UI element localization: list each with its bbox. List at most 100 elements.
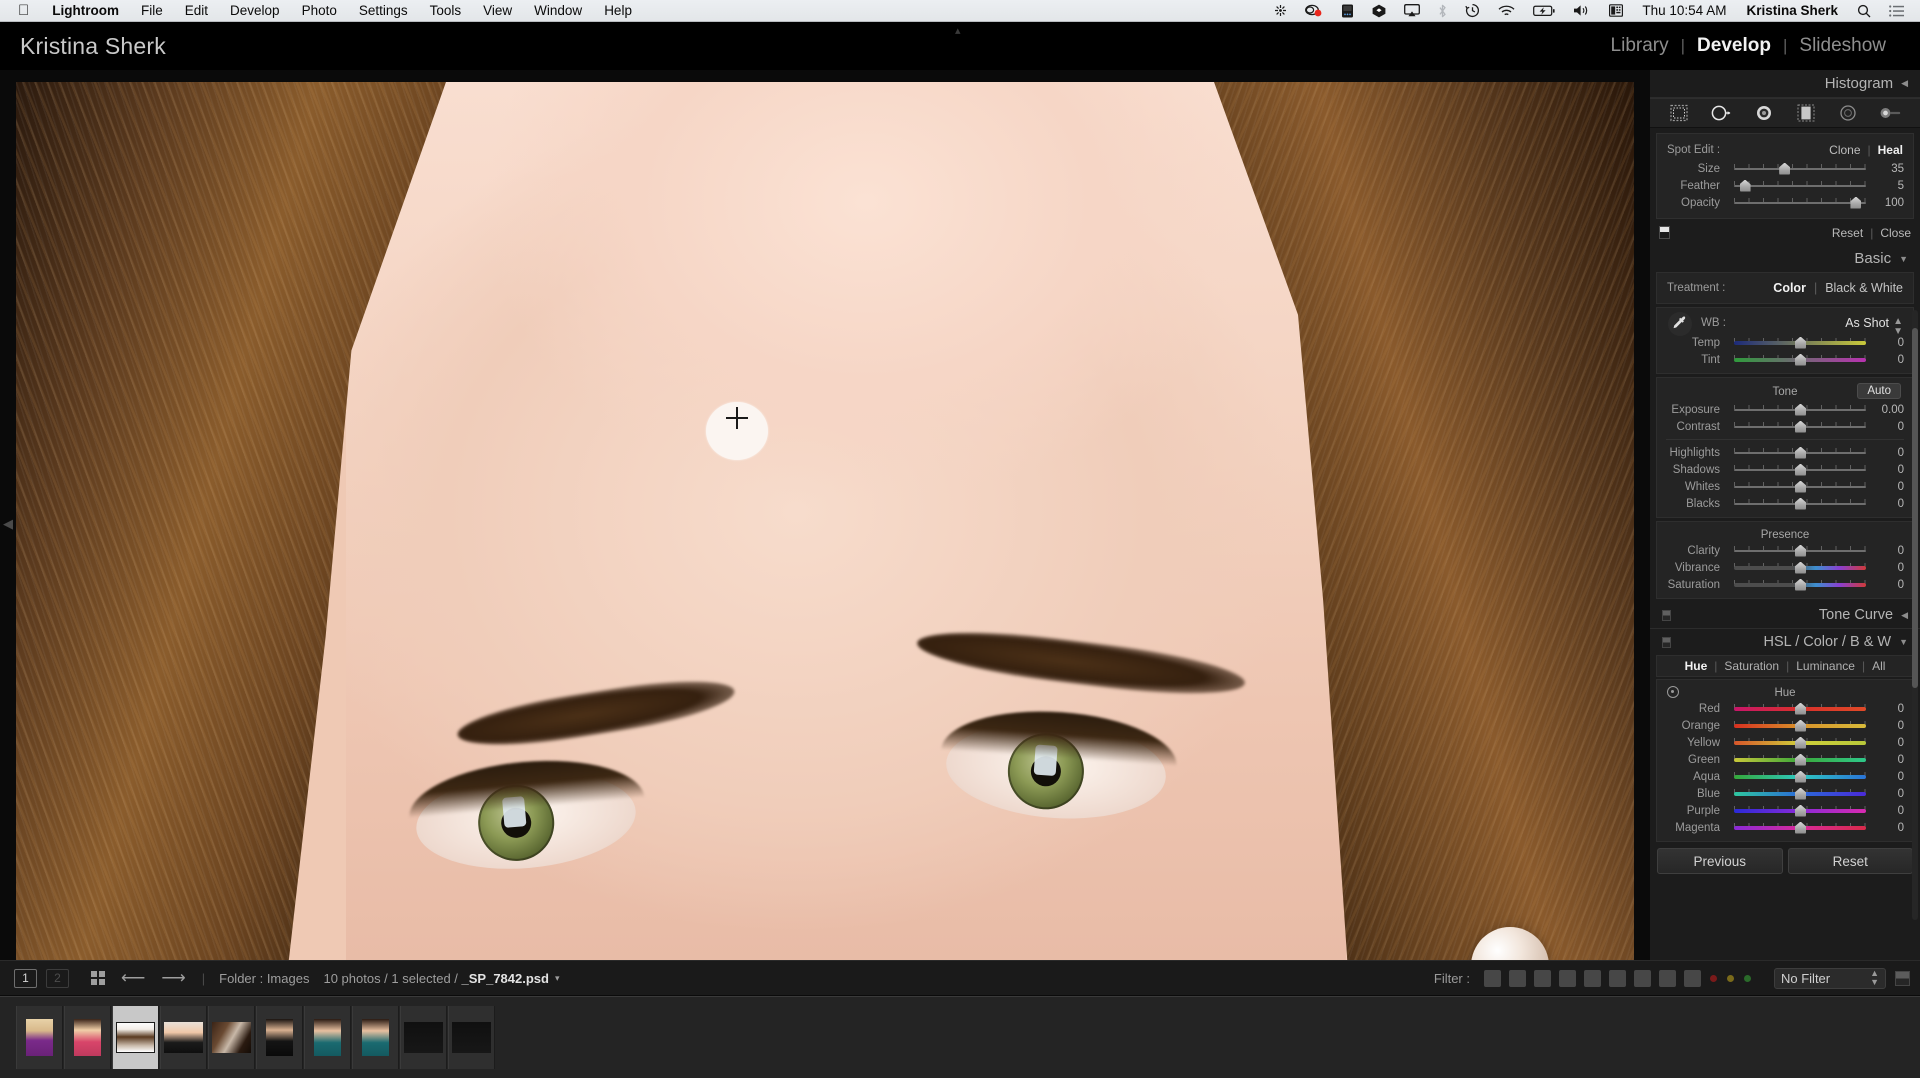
mode-heal[interactable]: Heal (1878, 143, 1903, 157)
slider-value-clarity[interactable]: 0 (1872, 545, 1904, 557)
slider-track-size[interactable] (1734, 162, 1866, 175)
treatment-black-white[interactable]: Black & White (1825, 281, 1903, 295)
graduated-filter-icon[interactable] (1795, 103, 1817, 123)
slider-value-yellow[interactable]: 0 (1872, 737, 1904, 749)
target-adjust-icon[interactable] (1667, 686, 1679, 698)
filmstrip[interactable] (0, 996, 1920, 1078)
slider-track-clarity[interactable] (1734, 544, 1866, 557)
slider-track-saturation[interactable] (1734, 578, 1866, 591)
spot-removal-icon[interactable] (1710, 103, 1732, 123)
menu-help[interactable]: Help (593, 0, 643, 22)
slider-row-highlights[interactable]: Highlights 0 (1657, 444, 1913, 461)
spot-edit-mode-row[interactable]: Spot Edit : Clone | Heal (1657, 140, 1913, 160)
slider-row-whites[interactable]: Whites 0 (1657, 478, 1913, 495)
slider-row-purple[interactable]: Purple 0 (1657, 802, 1913, 819)
tone-curve-panel-header[interactable]: Tone Curve ◀ (1650, 602, 1920, 628)
thumbnail-woman-teal-top-a[interactable] (304, 1006, 351, 1069)
slider-value-orange[interactable]: 0 (1872, 720, 1904, 732)
screen-record-icon[interactable] (1296, 0, 1332, 22)
thumbnail-man-dark-shirt[interactable] (256, 1006, 303, 1069)
volume-icon[interactable] (1564, 0, 1600, 22)
star5-filter-icon[interactable] (1684, 969, 1701, 987)
current-filename[interactable]: _SP_7842.psd (462, 971, 549, 986)
slider-track-vibrance[interactable] (1734, 561, 1866, 574)
slider-row-clarity[interactable]: Clarity 0 (1657, 542, 1913, 559)
stepper-icon[interactable]: ▲ ▼ (1870, 969, 1879, 987)
slider-value-aqua[interactable]: 0 (1872, 771, 1904, 783)
slider-value-exposure[interactable]: 0.00 (1872, 404, 1904, 416)
slider-track-contrast[interactable] (1734, 420, 1866, 433)
slider-row-temp[interactable]: Temp 0 (1657, 334, 1913, 351)
slider-row-saturation[interactable]: Saturation 0 (1657, 576, 1913, 593)
color-label-red[interactable] (1710, 974, 1717, 982)
slider-row-shadows[interactable]: Shadows 0 (1657, 461, 1913, 478)
mode-clone[interactable]: Clone (1829, 143, 1860, 157)
image-preview-area[interactable] (0, 70, 1650, 960)
spot-edit-footer[interactable]: Reset | Close (1650, 222, 1920, 243)
spot-close-button[interactable]: Close (1880, 226, 1911, 240)
spot-edit-panel[interactable]: Spot Edit : Clone | Heal Size 35 Feather… (1656, 133, 1914, 219)
menu-list-icon[interactable] (1880, 0, 1914, 22)
module-library[interactable]: Library (1599, 35, 1681, 57)
menubar-clock[interactable]: Thu 10:54 AM (1632, 3, 1736, 18)
red-eye-icon[interactable] (1753, 103, 1775, 123)
slider-row-tint[interactable]: Tint 0 (1657, 351, 1913, 368)
treatment-row[interactable]: Treatment : Color | Black & White (1657, 277, 1913, 298)
apple-logo-icon[interactable]:  (8, 1, 41, 21)
slider-track-tint[interactable] (1734, 353, 1866, 366)
module-develop[interactable]: Develop (1685, 35, 1783, 57)
wb-stepper-icon[interactable]: ▲ ▼ (1893, 317, 1903, 337)
slider-track-orange[interactable] (1734, 719, 1866, 732)
dropbox-icon[interactable] (1363, 0, 1395, 22)
tab-hue[interactable]: Hue (1685, 659, 1708, 673)
slider-row-exposure[interactable]: Exposure 0.00 (1657, 401, 1913, 418)
chevron-left-icon[interactable]: ◀ (1901, 610, 1908, 621)
unflagged-filter-icon[interactable] (1534, 969, 1551, 987)
star2-filter-icon[interactable] (1609, 969, 1626, 987)
menu-edit[interactable]: Edit (174, 0, 219, 22)
menu-photo[interactable]: Photo (291, 0, 348, 22)
slider-row-green[interactable]: Green 0 (1657, 751, 1913, 768)
slider-track-yellow[interactable] (1734, 736, 1866, 749)
slider-value-shadows[interactable]: 0 (1872, 464, 1904, 476)
panel-toggle-icon[interactable] (1662, 636, 1671, 648)
presence-box[interactable]: Presence Clarity 0 Vibrance 0 Saturation… (1656, 521, 1914, 599)
bluetooth-icon[interactable] (1429, 0, 1456, 22)
slider-row-red[interactable]: Red 0 (1657, 700, 1913, 717)
thumbnail-dark-frame-b[interactable] (448, 1006, 495, 1069)
menu-file[interactable]: File (130, 0, 174, 22)
module-slideshow[interactable]: Slideshow (1787, 35, 1898, 57)
star3-filter-icon[interactable] (1634, 969, 1651, 987)
slider-track-green[interactable] (1734, 753, 1866, 766)
airplay-icon[interactable] (1395, 0, 1429, 22)
slider-value-blue[interactable]: 0 (1872, 788, 1904, 800)
slider-value-saturation[interactable]: 0 (1872, 579, 1904, 591)
develop-tool-strip[interactable] (1650, 98, 1920, 128)
filter-preset-dropdown[interactable]: No Filter ▲ ▼ (1774, 967, 1886, 989)
arrow-left-icon[interactable]: ⟵ (121, 968, 145, 988)
slider-value-magenta[interactable]: 0 (1872, 822, 1904, 834)
identity-plate[interactable]: Kristina Sherk (0, 33, 166, 60)
chevron-down-icon[interactable]: ▼ (1899, 637, 1908, 647)
panel-action-buttons[interactable]: Previous Reset (1650, 842, 1920, 881)
filmstrip-toggle-icon[interactable] (1895, 970, 1910, 986)
timemachine-icon[interactable] (1456, 0, 1489, 22)
panel-toggle-icon[interactable] (1662, 609, 1671, 621)
crop-overlay-icon[interactable] (1668, 103, 1690, 123)
slider-row-size[interactable]: Size 35 (1657, 160, 1913, 177)
slider-row-magenta[interactable]: Magenta 0 (1657, 819, 1913, 836)
top-panel-collapse-arrow[interactable]: ▴ (955, 24, 961, 37)
slider-track-exposure[interactable] (1734, 403, 1866, 416)
star4-filter-icon[interactable] (1659, 969, 1676, 987)
slider-track-aqua[interactable] (1734, 770, 1866, 783)
slider-value-temp[interactable]: 0 (1872, 337, 1904, 349)
arrow-right-icon[interactable]: ⟶ (161, 968, 185, 988)
treatment-color[interactable]: Color (1773, 281, 1806, 295)
chevron-down-icon[interactable]: ▼ (1899, 254, 1908, 264)
thumbnail-woman-black-dress[interactable] (160, 1006, 207, 1069)
wb-row[interactable]: WB : As Shot ▲ ▼ (1657, 312, 1913, 337)
hsl-hue-box[interactable]: Hue Red 0 Orange 0 Yellow 0 Green 0 Aqua… (1656, 679, 1914, 842)
wifi-icon[interactable] (1489, 0, 1524, 22)
slider-row-vibrance[interactable]: Vibrance 0 (1657, 559, 1913, 576)
tab-saturation[interactable]: Saturation (1724, 659, 1779, 673)
